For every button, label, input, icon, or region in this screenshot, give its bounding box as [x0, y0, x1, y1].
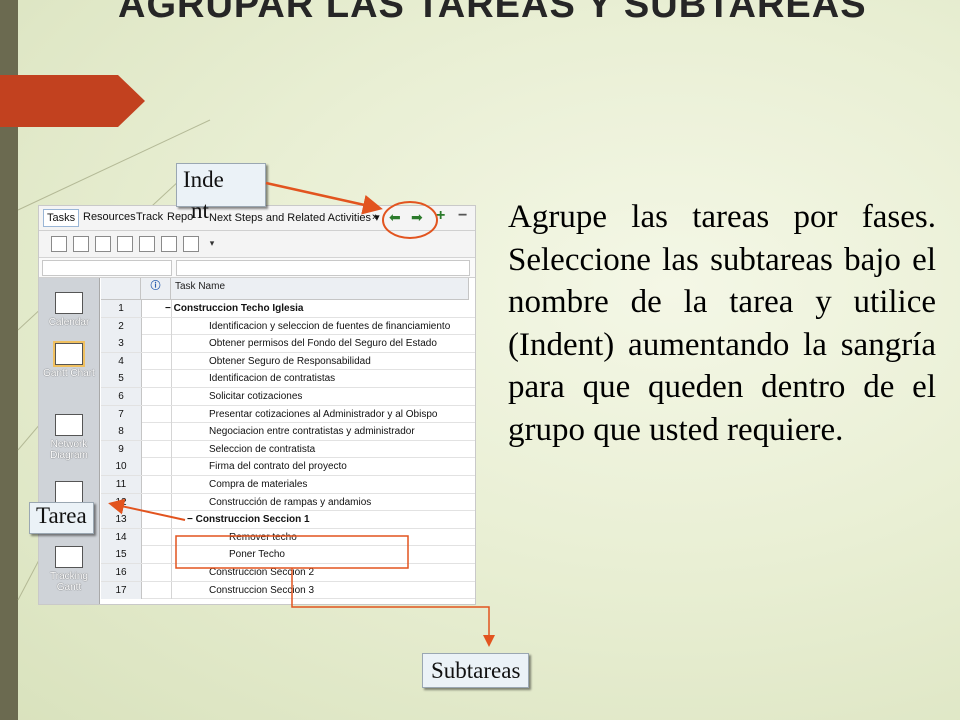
- tarea-arrow: [108, 498, 186, 521]
- indent-arrow: [265, 181, 383, 215]
- subtareas-arrow: [291, 568, 495, 647]
- subtareas-highlight-box: [175, 535, 409, 569]
- indent-highlight-circle: [382, 201, 438, 239]
- annotation-overlay: [108, 181, 495, 647]
